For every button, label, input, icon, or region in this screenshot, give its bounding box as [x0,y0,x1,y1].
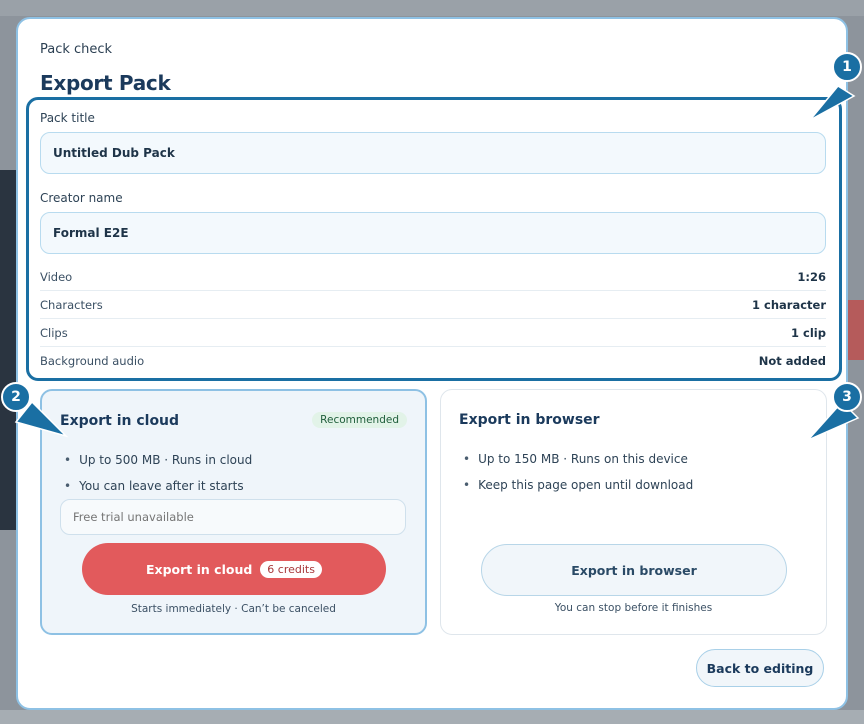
browser-note: You can stop before it finishes [554,602,713,614]
summary-row-clips: Clips 1 clip [40,319,826,347]
annotation-arrow-1 [809,85,856,121]
summary-value: 1:26 [797,269,826,284]
summary-row-background-audio: Background audio Not added [40,347,826,375]
list-item: Up to 500 MB · Runs in cloud [64,447,252,473]
cloud-card-title: Export in cloud [60,413,180,429]
export-cloud-label: Export in cloud [146,561,253,577]
summary-label: Characters [40,297,103,312]
creator-name-label: Creator name [40,191,123,205]
browser-card-title: Export in browser [459,412,600,428]
summary-value: 1 clip [791,325,826,340]
summary-value: Not added [758,354,826,368]
export-browser-card[interactable]: Export in browser Up to 150 MB · Runs on… [440,389,827,635]
annotation-marker-2: 2 [1,382,31,412]
pack-title-input[interactable] [40,132,826,174]
background-strip [0,710,864,724]
pack-title-label: Pack title [40,111,95,125]
credits-badge: 6 credits [260,560,322,578]
background-strip [848,300,864,360]
summary-label: Video [40,269,73,284]
dialog-title: Export Pack [40,71,171,95]
summary-value: 1 character [752,297,826,312]
background-strip [0,170,16,530]
annotation-marker-3: 3 [832,382,862,412]
annotation-marker-1: 1 [832,52,862,82]
list-item: Up to 150 MB · Runs on this device [463,446,693,472]
cloud-feature-list: Up to 500 MB · Runs in cloud You can lea… [64,447,252,499]
list-item: Keep this page open until download [463,472,693,498]
cloud-note: Starts immediately · Can’t be canceled [131,603,336,615]
export-in-cloud-button[interactable]: Export in cloud 6 credits [82,543,386,595]
export-pack-dialog: Pack check Export Pack Pack title Creato… [16,17,848,710]
summary-row-video: Video 1:26 [40,263,826,291]
dialog-eyebrow: Pack check [40,42,113,57]
background-strip [0,0,864,16]
export-in-browser-button[interactable]: Export in browser [481,544,787,596]
back-to-editing-button[interactable]: Back to editing [696,649,824,687]
summary-label: Background audio [40,354,145,368]
summary-label: Clips [40,325,68,340]
summary-row-characters: Characters 1 character [40,291,826,319]
browser-feature-list: Up to 150 MB · Runs on this device Keep … [463,446,693,498]
export-cloud-card[interactable]: Export in cloud Recommended Up to 500 MB… [40,389,427,635]
recommended-badge: Recommended [312,412,407,428]
list-item: You can leave after it starts [64,473,252,499]
free-trial-field[interactable] [60,499,406,535]
creator-name-input[interactable] [40,212,826,254]
